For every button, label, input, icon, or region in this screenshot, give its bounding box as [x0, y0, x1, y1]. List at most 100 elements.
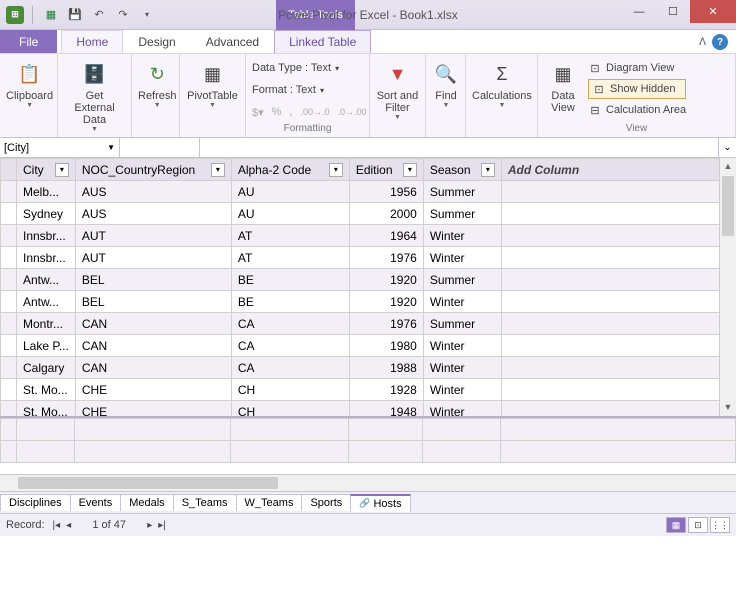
cell[interactable]: Sydney [17, 203, 76, 225]
cell[interactable]: CA [231, 357, 349, 379]
cell[interactable]: CA [231, 313, 349, 335]
qat-save-icon[interactable]: 💾 [65, 5, 85, 25]
cell[interactable]: Winter [423, 335, 501, 357]
decrease-decimal-icon[interactable]: .0→.00 [338, 107, 367, 117]
cell[interactable]: 1956 [349, 181, 423, 203]
cell[interactable]: 1980 [349, 335, 423, 357]
table-row[interactable]: Innsbr... AUT AT 1964 Winter [1, 225, 736, 247]
cell[interactable]: AU [231, 203, 349, 225]
other-view-button[interactable]: ⋮⋮ [710, 517, 730, 533]
qat-redo-icon[interactable]: ↷ [113, 5, 133, 25]
cell[interactable]: CAN [75, 335, 231, 357]
currency-icon[interactable]: $▾ [252, 106, 264, 119]
cell[interactable] [501, 401, 735, 417]
table-row[interactable]: Melb... AUS AU 1956 Summer [1, 181, 736, 203]
calculations-button[interactable]: Σ Calculations ▼ [472, 58, 532, 111]
cell[interactable]: Summer [423, 269, 501, 291]
row-header[interactable] [1, 357, 17, 379]
cell[interactable]: Antw... [17, 269, 76, 291]
cell[interactable]: AUS [75, 181, 231, 203]
sort-filter-button[interactable]: ▼ Sort and Filter ▼ [376, 58, 419, 123]
cell[interactable]: AUT [75, 247, 231, 269]
table-row[interactable]: Calgary CAN CA 1988 Winter [1, 357, 736, 379]
tab-file[interactable]: File [0, 30, 57, 53]
row-header[interactable] [1, 379, 17, 401]
table-row[interactable]: Lake P... CAN CA 1980 Winter [1, 335, 736, 357]
column-header[interactable]: Alpha-2 Code▾ [231, 159, 349, 181]
cell[interactable]: CAN [75, 357, 231, 379]
cell[interactable]: BEL [75, 269, 231, 291]
cell[interactable]: CH [231, 401, 349, 417]
qat-more-icon[interactable]: ▾ [137, 5, 157, 25]
filter-dropdown-icon[interactable]: ▾ [55, 163, 69, 177]
column-header[interactable]: Edition▾ [349, 159, 423, 181]
calculation-area-button[interactable]: ⊟ Calculation Area [588, 100, 686, 120]
cell[interactable] [501, 313, 735, 335]
show-hidden-button[interactable]: ⊡ Show Hidden [588, 79, 686, 99]
table-row[interactable]: St. Mo... CHE CH 1928 Winter [1, 379, 736, 401]
formula-input[interactable] [200, 138, 718, 157]
cell[interactable]: AUS [75, 203, 231, 225]
cell[interactable]: 1928 [349, 379, 423, 401]
filter-dropdown-icon[interactable]: ▾ [211, 163, 225, 177]
table-row[interactable]: Antw... BEL BE 1920 Winter [1, 291, 736, 313]
cell[interactable]: 1948 [349, 401, 423, 417]
table-row[interactable]: Innsbr... AUT AT 1976 Winter [1, 247, 736, 269]
sheet-tab-hosts[interactable]: 🔗Hosts [350, 494, 410, 512]
row-header[interactable] [1, 291, 17, 313]
cell[interactable]: BE [231, 269, 349, 291]
filter-dropdown-icon[interactable]: ▾ [329, 163, 343, 177]
cell[interactable]: Winter [423, 357, 501, 379]
cell[interactable]: 1920 [349, 269, 423, 291]
cell[interactable]: Summer [423, 313, 501, 335]
cell[interactable]: Calgary [17, 357, 76, 379]
first-record-button[interactable]: |◂ [53, 520, 61, 531]
cell[interactable]: Melb... [17, 181, 76, 203]
sheet-tab-disciplines[interactable]: Disciplines [0, 494, 71, 511]
scroll-thumb[interactable] [722, 176, 734, 236]
vertical-scrollbar[interactable]: ▲ ▼ [719, 158, 736, 416]
pivottable-button[interactable]: ▦ PivotTable ▼ [186, 58, 239, 111]
cell[interactable]: CH [231, 379, 349, 401]
percent-icon[interactable]: % [272, 106, 282, 118]
row-header[interactable] [1, 401, 17, 417]
qat-undo-icon[interactable]: ↶ [89, 5, 109, 25]
diagram-view-button[interactable]: ⊡ [688, 517, 708, 533]
data-type-selector[interactable]: Data Type : Text▾ [252, 58, 339, 78]
cell[interactable]: Summer [423, 203, 501, 225]
increase-decimal-icon[interactable]: .00→.0 [300, 107, 329, 117]
table-row[interactable]: St. Mo... CHE CH 1948 Winter [1, 401, 736, 417]
name-box[interactable]: [City] ▼ [0, 138, 120, 157]
add-column-header[interactable]: Add Column [501, 159, 735, 181]
diagram-view-button[interactable]: ⊡ Diagram View [588, 58, 686, 78]
minimize-button[interactable]: — [622, 0, 656, 23]
cell[interactable]: BE [231, 291, 349, 313]
filter-dropdown-icon[interactable]: ▾ [481, 163, 495, 177]
column-header[interactable]: NOC_CountryRegion▾ [75, 159, 231, 181]
tab-home[interactable]: Home [61, 30, 123, 53]
cell[interactable]: 1920 [349, 291, 423, 313]
cell[interactable]: Winter [423, 247, 501, 269]
format-selector[interactable]: Format : Text▾ [252, 80, 324, 100]
cell[interactable] [501, 357, 735, 379]
scroll-up-icon[interactable]: ▲ [720, 158, 736, 175]
tab-linked-table[interactable]: Linked Table [274, 30, 371, 53]
cell[interactable]: BEL [75, 291, 231, 313]
cell[interactable]: AU [231, 181, 349, 203]
table-row[interactable]: Montr... CAN CA 1976 Summer [1, 313, 736, 335]
column-header[interactable]: Season▾ [423, 159, 501, 181]
select-all-corner[interactable] [1, 159, 17, 181]
cell[interactable]: AT [231, 225, 349, 247]
sheet-tab-s_teams[interactable]: S_Teams [173, 494, 237, 511]
cell[interactable]: Innsbr... [17, 225, 76, 247]
cell[interactable] [501, 203, 735, 225]
cell[interactable] [501, 335, 735, 357]
maximize-button[interactable]: ☐ [656, 0, 690, 23]
cell[interactable]: Antw... [17, 291, 76, 313]
close-button[interactable]: ✕ [690, 0, 736, 23]
table-row[interactable]: Antw... BEL BE 1920 Summer [1, 269, 736, 291]
row-header[interactable] [1, 335, 17, 357]
comma-icon[interactable]: , [289, 106, 292, 118]
sheet-tab-events[interactable]: Events [70, 494, 122, 511]
cell[interactable]: Winter [423, 401, 501, 417]
